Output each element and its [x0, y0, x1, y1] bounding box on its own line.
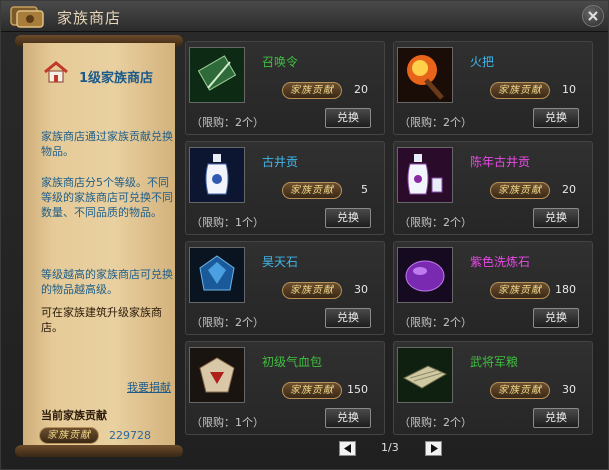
purchase-limit: （限购：2个） [191, 116, 264, 129]
contribution-badge: 家族贡献 [490, 82, 550, 99]
item-cost: 5 [361, 183, 368, 196]
contribution-badge: 家族贡献 [282, 82, 342, 99]
purchase-limit: （限购：2个） [399, 116, 472, 129]
prev-page-button[interactable] [339, 441, 356, 456]
arrow-right-icon [431, 444, 438, 453]
item-name: 古井贡 [262, 155, 299, 169]
exchange-button[interactable]: 兑换 [533, 108, 579, 128]
purchase-limit: （限购：1个） [191, 416, 264, 429]
purple-gem-icon [397, 247, 453, 303]
shop-emblem-icon [10, 6, 44, 28]
info-para-1: 家族商店通过家族贡献兑换物品。 [41, 130, 173, 158]
info-para-3: 等级越高的家族商店可兑换的物品越高级。 [41, 268, 173, 296]
item-name: 昊天石 [262, 255, 299, 269]
home-icon [44, 61, 68, 83]
shop-item-card: 昊天石 家族贡献 30 （限购：2个） 兑换 [185, 241, 385, 335]
shop-item-card: 召唤令 家族贡献 20 （限购：2个） 兑换 [185, 41, 385, 135]
exchange-button[interactable]: 兑换 [325, 108, 371, 128]
close-button[interactable] [582, 5, 604, 27]
shop-item-card: 火把 家族贡献 10 （限购：2个） 兑换 [393, 41, 593, 135]
contribution-badge: 家族贡献 [490, 182, 550, 199]
shop-item-card: 紫色洗炼石 家族贡献 180 （限购：2个） 兑换 [393, 241, 593, 335]
item-name: 初级气血包 [262, 355, 323, 369]
info-para-4: 可在家族建筑升级家族商店。 [41, 306, 162, 334]
exchange-button[interactable]: 兑换 [533, 208, 579, 228]
contribution-badge: 家族贡献 [282, 182, 342, 199]
shop-item-card: 初级气血包 家族贡献 150 （限购：1个） 兑换 [185, 341, 385, 435]
item-cost: 20 [354, 83, 368, 96]
item-cost: 30 [562, 383, 576, 396]
contribution-badge: 家族贡献 [39, 427, 99, 444]
item-cost: 10 [562, 83, 576, 96]
window-title: 家族商店 [57, 9, 122, 27]
purchase-limit: （限购：2个） [399, 416, 472, 429]
contribution-badge: 家族贡献 [282, 282, 342, 299]
summon-token-icon [189, 47, 245, 103]
item-cost: 150 [347, 383, 368, 396]
info-para-2: 家族商店分5个等级。不同等级的家族商店可兑换不同数量、不同品质的物品。 [41, 176, 173, 219]
torch-icon [397, 47, 453, 103]
health-pack-icon [189, 347, 245, 403]
page-indicator: 1/3 [381, 441, 399, 454]
scroll-paper: 1级家族商店 家族商店通过家族贡献兑换物品。 家族商店分5个等级。不同等级的家族… [23, 43, 175, 449]
info-scroll: 1级家族商店 家族商店通过家族贡献兑换物品。 家族商店分5个等级。不同等级的家族… [15, 35, 183, 457]
item-name: 召唤令 [262, 55, 299, 69]
exchange-button[interactable]: 兑换 [325, 308, 371, 328]
shop-item-card: 古井贡 家族贡献 5 （限购：1个） 兑换 [185, 141, 385, 235]
wine-jar-icon [189, 147, 245, 203]
item-name: 火把 [470, 55, 495, 69]
balance-value: 229728 [109, 429, 151, 442]
shop-item-card: 陈年古井贡 家族贡献 20 （限购：2个） 兑换 [393, 141, 593, 235]
family-shop-window: 家族商店 1级家族商店 家族商店通过家族贡献兑换物品。 家族商店分5个等级。不同… [0, 0, 609, 470]
contribution-badge: 家族贡献 [282, 382, 342, 399]
item-name: 陈年古井贡 [470, 155, 531, 169]
balance-label: 当前家族贡献 [41, 409, 107, 422]
purchase-limit: （限购：2个） [399, 316, 472, 329]
purchase-limit: （限购：1个） [191, 216, 264, 229]
exchange-button[interactable]: 兑换 [533, 308, 579, 328]
contribution-badge: 家族贡献 [490, 382, 550, 399]
purchase-limit: （限购：2个） [191, 316, 264, 329]
blue-gem-icon [189, 247, 245, 303]
arrow-left-icon [344, 444, 351, 453]
purchase-limit: （限购：2个） [399, 216, 472, 229]
scroll-bottom-rod [15, 445, 183, 457]
exchange-button[interactable]: 兑换 [325, 408, 371, 428]
item-cost: 180 [555, 283, 576, 296]
contribution-badge: 家族贡献 [490, 282, 550, 299]
next-page-button[interactable] [425, 441, 442, 456]
close-icon [588, 11, 598, 21]
exchange-button[interactable]: 兑换 [533, 408, 579, 428]
shop-level-heading: 1级家族商店 [79, 71, 154, 86]
aged-wine-icon [397, 147, 453, 203]
donate-link[interactable]: 我要捐献 [127, 379, 171, 395]
title-bar[interactable]: 家族商店 [1, 1, 608, 32]
item-cost: 30 [354, 283, 368, 296]
item-name: 紫色洗炼石 [470, 255, 531, 269]
item-name: 武将军粮 [470, 355, 519, 369]
item-cost: 20 [562, 183, 576, 196]
exchange-button[interactable]: 兑换 [325, 208, 371, 228]
army-ration-icon [397, 347, 453, 403]
shop-item-card: 武将军粮 家族贡献 30 （限购：2个） 兑换 [393, 341, 593, 435]
